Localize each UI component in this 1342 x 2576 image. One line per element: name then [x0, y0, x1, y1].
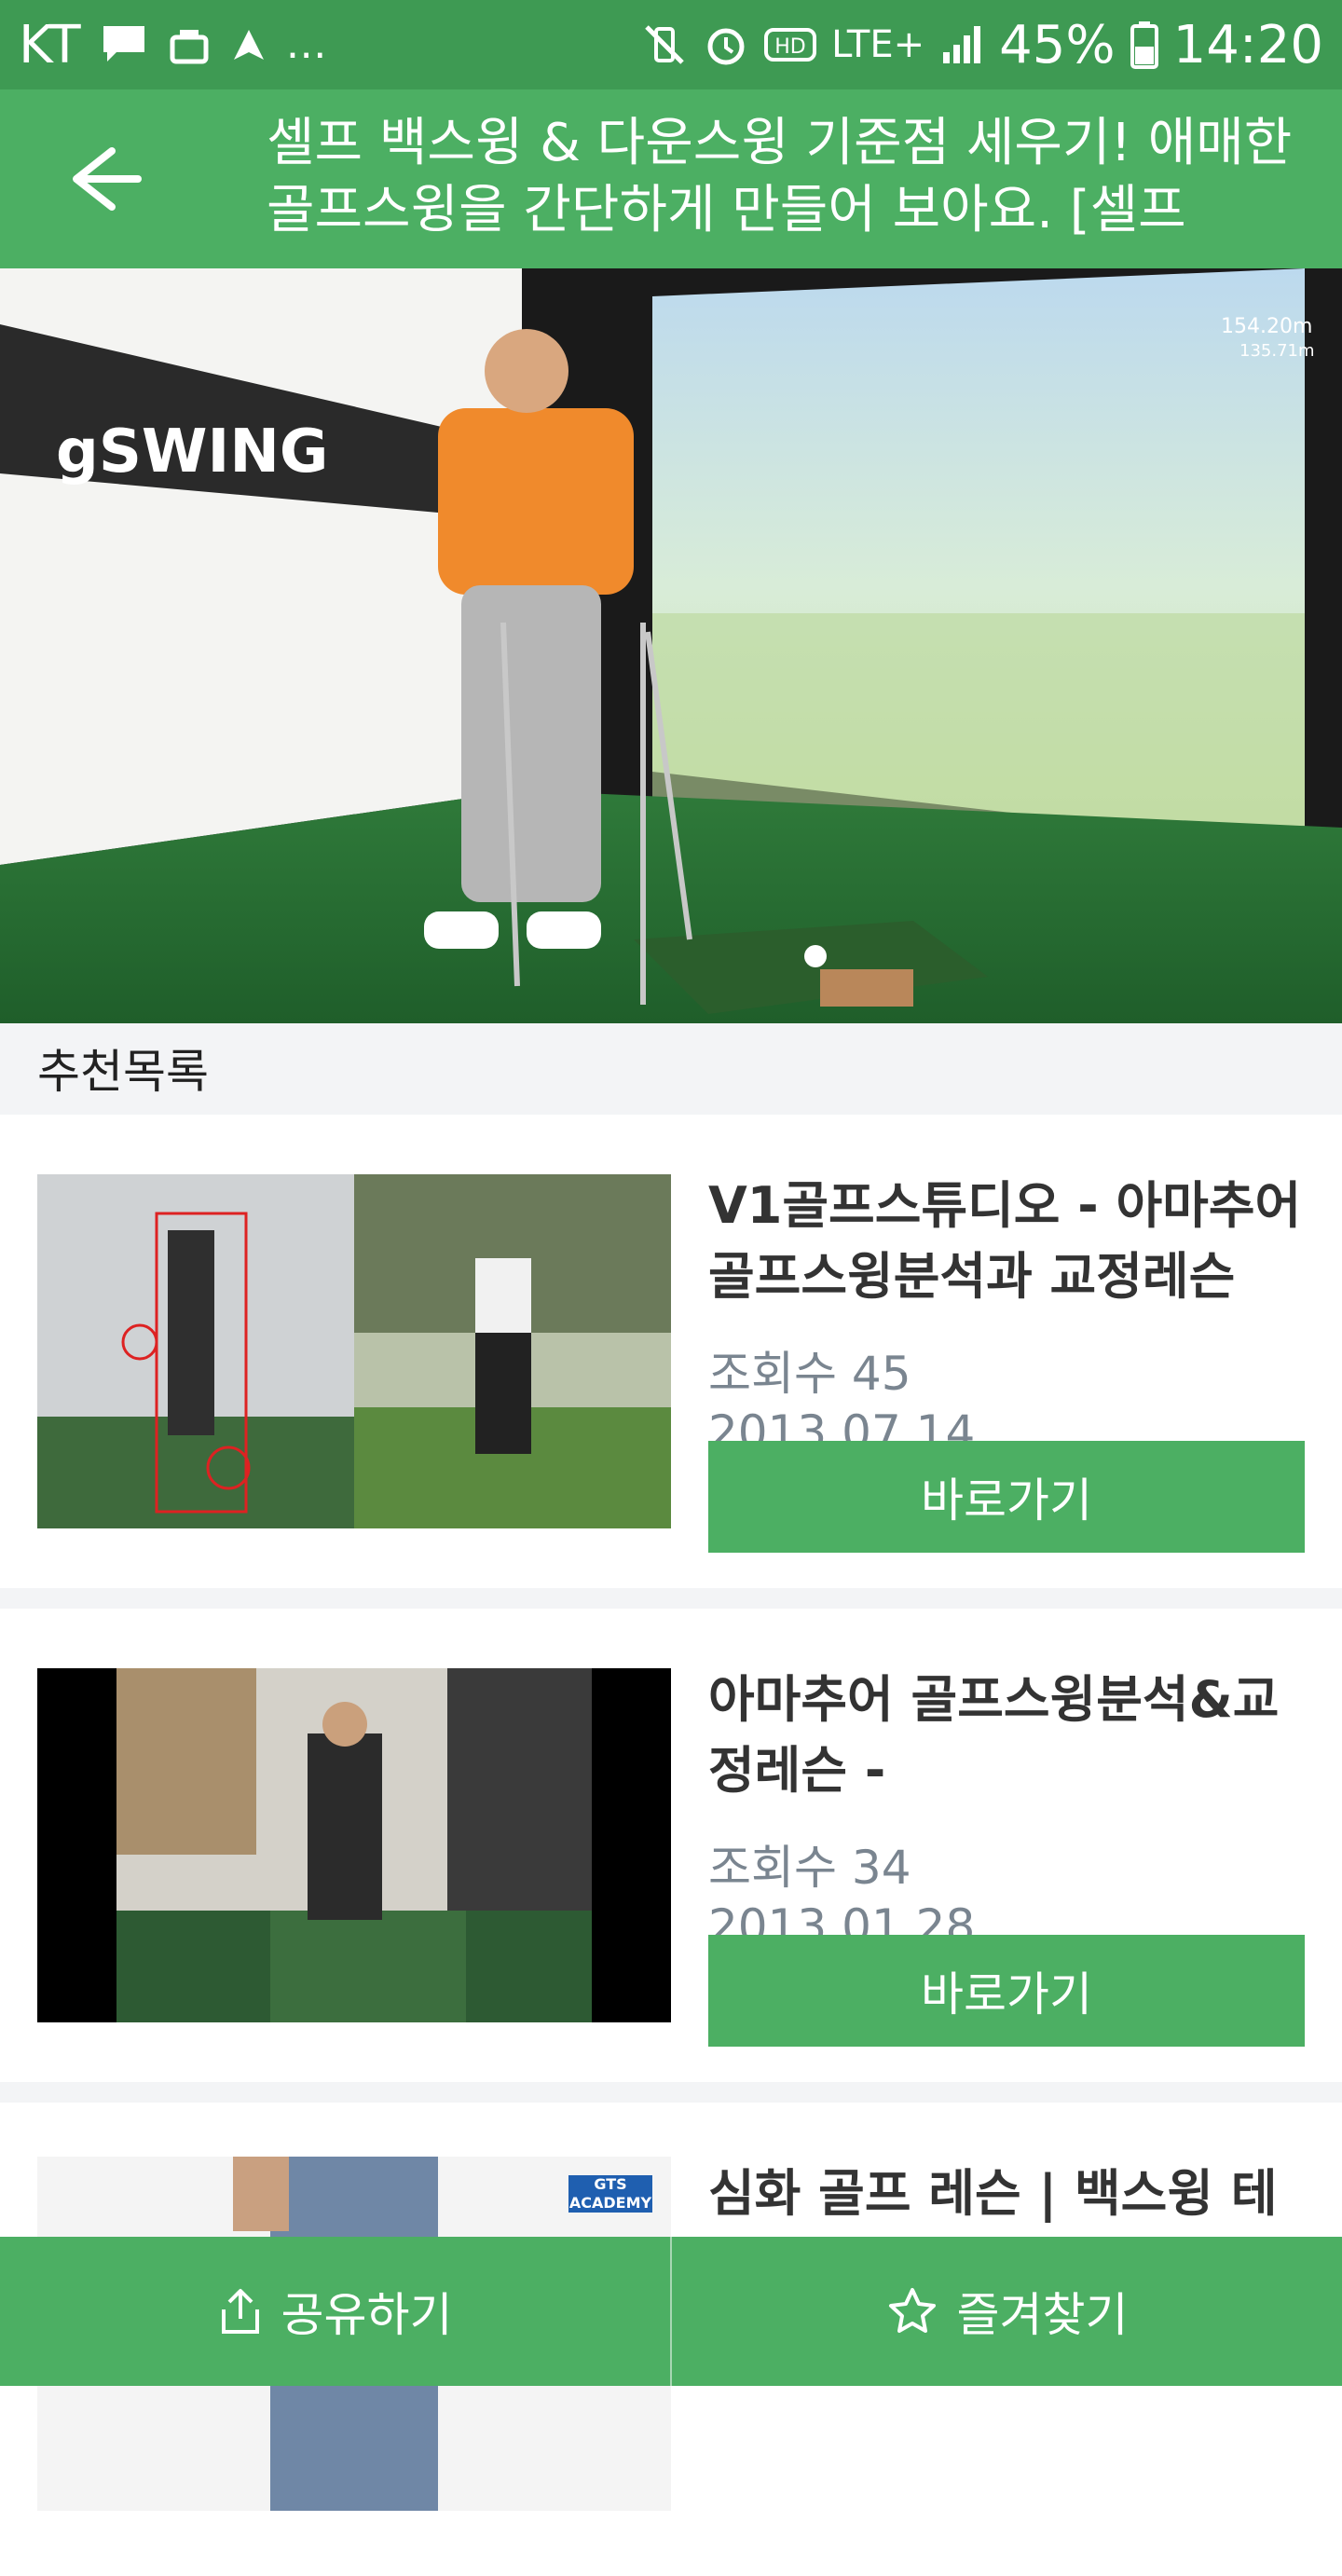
- thumbnail-image: [37, 1174, 671, 1528]
- mute-vibrate-icon: [645, 25, 684, 64]
- arrow-left-icon: [73, 147, 142, 211]
- thumbnail-image: [37, 1668, 671, 2022]
- favorite-label: 즐겨찾기: [956, 2288, 1129, 2342]
- favorite-button[interactable]: 즐겨찾기: [672, 2237, 1342, 2386]
- recommend-header-label: 추천목록: [37, 1045, 209, 1099]
- go-button[interactable]: 바로가기: [708, 1935, 1305, 2047]
- video-thumbnail[interactable]: [37, 1174, 671, 1528]
- video-title: 셀프 백스윙 & 다운스윙 기준점 세우기! 애매한 골프스윙을 간단하게 만들…: [267, 113, 1293, 240]
- bottom-bar-divider: [670, 2237, 672, 2386]
- rice-cooker-icon: [170, 30, 209, 64]
- video-thumbnail[interactable]: [37, 1668, 671, 2022]
- app-toolbar: 셀프 백스윙 & 다운스윙 기준점 세우기! 애매한 골프스윙을 간단하게 만들…: [0, 89, 1342, 268]
- list-item[interactable]: 아마추어 골프스윙분석&교정레슨 - 조회수 34 2013.01.28 바로가…: [0, 1609, 1342, 2082]
- hd-icon: HD: [764, 28, 817, 62]
- view-count: 조회수 34: [708, 1841, 911, 1895]
- chat-icon: [103, 26, 144, 62]
- gswing-logo: gSWING: [56, 418, 329, 486]
- navigation-icon: [233, 30, 264, 60]
- go-button[interactable]: 바로가기: [708, 1441, 1305, 1553]
- back-button[interactable]: [56, 142, 158, 216]
- list-item-title: V1골프스튜디오 - 아마추어 골프스윙분석과 교정레슨: [708, 1176, 1302, 1306]
- video-player[interactable]: gSWING 154.20m 135.71m: [0, 268, 1342, 1023]
- battery-icon: [1130, 21, 1158, 69]
- gts-academy-badge: GTS ACADEMY: [568, 2175, 652, 2213]
- battery-percent: 45%: [999, 14, 1116, 75]
- signal-icon: [943, 26, 981, 63]
- share-label: 공유하기: [281, 2288, 453, 2342]
- clock: 14:20: [1172, 14, 1323, 75]
- alarm-icon: [707, 28, 745, 65]
- share-icon: [221, 2289, 259, 2334]
- recommend-header: 추천목록: [0, 1023, 1342, 1113]
- svg-text:HD: HD: [774, 35, 805, 59]
- star-icon: [888, 2288, 936, 2333]
- list-item[interactable]: V1골프스튜디오 - 아마추어 골프스윙분석과 교정레슨 조회수 45 2013…: [0, 1115, 1342, 1588]
- list-item-title: 아마추어 골프스윙분석&교정레슨 -: [708, 1670, 1280, 1800]
- lte-icon: LTE+: [831, 23, 925, 66]
- more-icon: …: [285, 21, 327, 68]
- carrier-label: KT: [19, 14, 81, 75]
- video-frame: [0, 268, 1342, 1023]
- status-bar: KT … HD LTE+ 45% 14:20: [0, 0, 1342, 89]
- sim-distance-1: 154.20m: [1221, 315, 1313, 338]
- sim-distance-2: 135.71m: [1239, 341, 1315, 361]
- bottom-action-bar: 공유하기 즐겨찾기: [0, 2237, 1342, 2386]
- view-count: 조회수 45: [708, 1347, 911, 1401]
- share-button[interactable]: 공유하기: [0, 2237, 670, 2386]
